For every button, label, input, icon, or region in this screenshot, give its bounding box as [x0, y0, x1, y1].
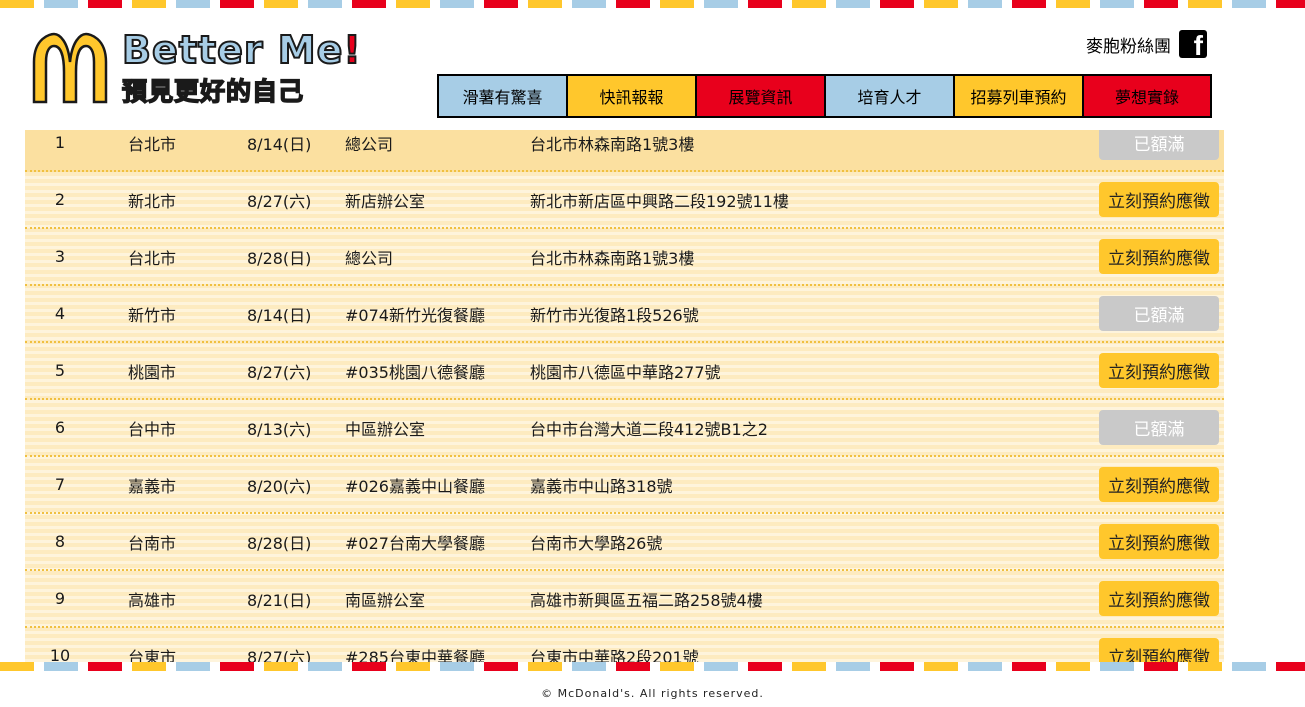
table-row: 8 台南市 8/28(日) #027台南大學餐廳 台南市大學路26號 立刻預約應… — [25, 514, 1224, 571]
row-number: 8 — [54, 532, 66, 551]
row-number: 10 — [49, 646, 71, 662]
row-address: 嘉義市中山路318號 — [530, 476, 673, 496]
row-date: 8/14(日) — [247, 305, 312, 325]
row-city: 台中市 — [128, 419, 177, 439]
row-number: 1 — [54, 133, 66, 152]
row-place: 總公司 — [345, 134, 394, 154]
row-place: 總公司 — [345, 248, 394, 268]
table-row: 4 新竹市 8/14(日) #074新竹光復餐廳 新竹市光復路1段526號 已額… — [25, 286, 1224, 343]
row-date: 8/13(六) — [247, 419, 312, 439]
table-row: 6 台中市 8/13(六) 中區辦公室 台中市台灣大道二段412號B1之2 已額… — [25, 400, 1224, 457]
row-date: 8/20(六) — [247, 476, 312, 496]
row-city: 新北市 — [128, 191, 177, 211]
row-place: #026嘉義中山餐廳 — [345, 476, 485, 496]
site-footer: © McDonald's. All rights reserved. — [0, 671, 1305, 707]
golden-arches-logo-icon[interactable] — [30, 32, 110, 104]
facebook-icon[interactable]: f — [1179, 30, 1207, 60]
row-date: 8/21(日) — [247, 590, 312, 610]
nav-tab-fries-surprise[interactable]: 滑薯有驚喜 — [439, 76, 568, 116]
table-row: 2 新北市 8/27(六) 新店辦公室 新北市新店區中興路二段192號11樓 立… — [25, 172, 1224, 229]
main-nav: 滑薯有驚喜 快訊報報 展覽資訊 培育人才 招募列車預約 夢想實錄 — [437, 74, 1212, 118]
site-header: Better Me! 預見更好的自己 麥胞粉絲團 f 滑薯有驚喜 快訊報報 展覽… — [0, 8, 1305, 130]
top-stripe — [0, 0, 1305, 8]
row-number: 9 — [54, 589, 66, 608]
book-now-button[interactable]: 立刻預約應徵 — [1099, 182, 1219, 217]
brand-title: Better Me! — [121, 28, 362, 72]
row-date: 8/27(六) — [247, 647, 312, 663]
row-address: 桃園市八德區中華路277號 — [530, 362, 721, 382]
row-date: 8/28(日) — [247, 248, 312, 268]
row-address: 台東市中華路2段201號 — [530, 647, 699, 663]
row-city: 嘉義市 — [128, 476, 177, 496]
row-place: #027台南大學餐廳 — [345, 533, 485, 553]
row-date: 8/27(六) — [247, 362, 312, 382]
row-city: 台東市 — [128, 647, 177, 663]
row-place: 新店辦公室 — [345, 191, 426, 211]
table-row: 5 桃園市 8/27(六) #035桃園八德餐廳 桃園市八德區中華路277號 立… — [25, 343, 1224, 400]
row-place: 南區辦公室 — [345, 590, 426, 610]
brand-tagline: 預見更好的自己 — [121, 76, 305, 107]
row-city: 台南市 — [128, 533, 177, 553]
row-place: #285台東中華餐廳 — [345, 647, 485, 663]
facebook-label[interactable]: 麥胞粉絲團 — [1086, 32, 1171, 57]
book-now-button[interactable]: 立刻預約應徵 — [1099, 638, 1219, 662]
row-number: 7 — [54, 475, 66, 494]
row-date: 8/14(日) — [247, 134, 312, 154]
row-place: #074新竹光復餐廳 — [345, 305, 485, 325]
row-city: 新竹市 — [128, 305, 177, 325]
facebook-link[interactable]: 麥胞粉絲團 f — [1086, 30, 1207, 60]
row-city: 台北市 — [128, 248, 177, 268]
table-row: 7 嘉義市 8/20(六) #026嘉義中山餐廳 嘉義市中山路318號 立刻預約… — [25, 457, 1224, 514]
book-now-button[interactable]: 立刻預約應徵 — [1099, 467, 1219, 502]
book-now-button[interactable]: 立刻預約應徵 — [1099, 581, 1219, 616]
row-number: 6 — [54, 418, 66, 437]
table-row: 3 台北市 8/28(日) 總公司 台北市林森南路1號3樓 立刻預約應徵 — [25, 229, 1224, 286]
recruit-schedule-table[interactable]: 1 台北市 8/14(日) 總公司 台北市林森南路1號3樓 已額滿 2 新北市 … — [25, 115, 1224, 662]
bottom-stripe — [0, 662, 1305, 671]
row-date: 8/27(六) — [247, 191, 312, 211]
nav-tab-training[interactable]: 培育人才 — [826, 76, 955, 116]
nav-tab-exhibition[interactable]: 展覽資訊 — [697, 76, 826, 116]
row-address: 台中市台灣大道二段412號B1之2 — [530, 419, 768, 439]
full-button[interactable]: 已額滿 — [1099, 296, 1219, 331]
row-city: 台北市 — [128, 134, 177, 154]
row-address: 高雄市新興區五福二路258號4樓 — [530, 590, 763, 610]
nav-tab-news[interactable]: 快訊報報 — [568, 76, 697, 116]
nav-tab-dream-stories[interactable]: 夢想實錄 — [1084, 76, 1210, 116]
full-button[interactable]: 已額滿 — [1099, 125, 1219, 160]
book-now-button[interactable]: 立刻預約應徵 — [1099, 239, 1219, 274]
row-place: 中區辦公室 — [345, 419, 426, 439]
row-number: 4 — [54, 304, 66, 323]
row-address: 台北市林森南路1號3樓 — [530, 248, 695, 268]
book-now-button[interactable]: 立刻預約應徵 — [1099, 353, 1219, 388]
row-address: 台北市林森南路1號3樓 — [530, 134, 695, 154]
table-row: 10 台東市 8/27(六) #285台東中華餐廳 台東市中華路2段201號 立… — [25, 628, 1224, 662]
book-now-button[interactable]: 立刻預約應徵 — [1099, 524, 1219, 559]
copyright-text: © McDonald's. All rights reserved. — [541, 687, 764, 700]
full-button[interactable]: 已額滿 — [1099, 410, 1219, 445]
table-row: 9 高雄市 8/21(日) 南區辦公室 高雄市新興區五福二路258號4樓 立刻預… — [25, 571, 1224, 628]
row-city: 桃園市 — [128, 362, 177, 382]
row-city: 高雄市 — [128, 590, 177, 610]
row-number: 3 — [54, 247, 66, 266]
row-address: 新北市新店區中興路二段192號11樓 — [530, 191, 789, 211]
row-address: 台南市大學路26號 — [530, 533, 663, 553]
nav-tab-recruit-booking[interactable]: 招募列車預約 — [955, 76, 1084, 116]
brand-block: Better Me! 預見更好的自己 — [121, 28, 362, 108]
row-place: #035桃園八德餐廳 — [345, 362, 485, 382]
row-date: 8/28(日) — [247, 533, 312, 553]
row-address: 新竹市光復路1段526號 — [530, 305, 699, 325]
row-number: 2 — [54, 190, 66, 209]
row-number: 5 — [54, 361, 66, 380]
